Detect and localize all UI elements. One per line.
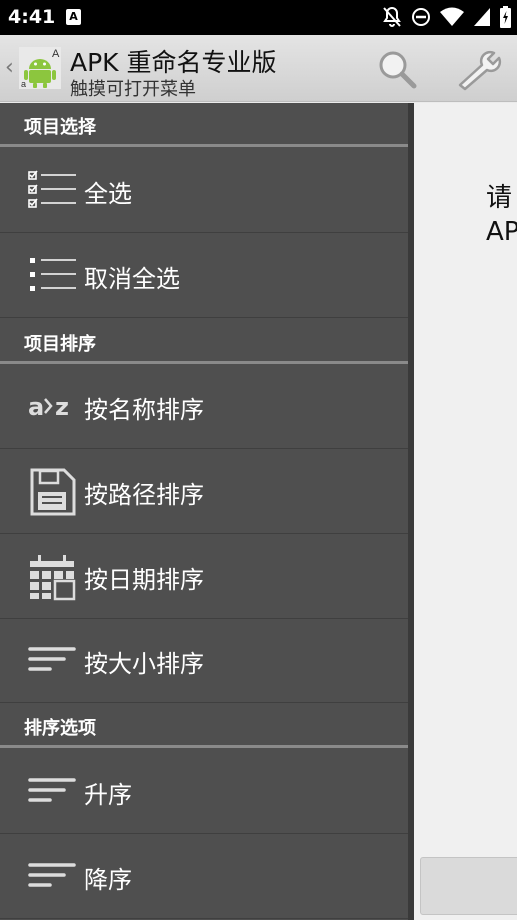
app-title: APK 重命名专业版 bbox=[70, 48, 277, 77]
save-icon bbox=[30, 468, 76, 516]
content-action-button[interactable] bbox=[420, 857, 517, 915]
deselect-all-icon bbox=[30, 258, 76, 291]
action-bar: ‹ A a APK 重命名专业版 触摸可打开菜单 bbox=[0, 35, 517, 102]
menu-item-label: 降序 bbox=[84, 866, 132, 894]
battery-charging-icon bbox=[500, 6, 511, 28]
sort-alpha-icon: a z bbox=[28, 393, 69, 421]
menu-item-sort-by-path[interactable]: 按路径排序 bbox=[0, 450, 408, 534]
cellular-signal-icon bbox=[474, 8, 490, 26]
app-subtitle: 触摸可打开菜单 bbox=[70, 79, 196, 100]
menu-item-label: 按名称排序 bbox=[84, 396, 204, 424]
app-icon[interactable]: A a bbox=[19, 47, 61, 89]
menu-item-descending[interactable]: 降序 bbox=[0, 835, 408, 919]
svg-text:a: a bbox=[21, 79, 26, 89]
select-all-icon bbox=[28, 170, 76, 208]
menu-item-label: 升序 bbox=[84, 781, 132, 809]
do-not-disturb-icon bbox=[412, 8, 430, 26]
status-time: 4:41 bbox=[8, 6, 56, 28]
status-bar: 4:41 A bbox=[0, 0, 517, 35]
menu-item-deselect-all[interactable]: 取消全选 bbox=[0, 234, 408, 318]
section-header-sorting: 项目排序 bbox=[0, 320, 408, 364]
section-header-selection: 项目选择 bbox=[0, 103, 408, 147]
menu-item-sort-by-date[interactable]: 按日期排序 bbox=[0, 535, 408, 619]
wrench-icon[interactable] bbox=[452, 47, 504, 91]
search-icon[interactable] bbox=[374, 47, 420, 91]
section-header-sort-options: 排序选项 bbox=[0, 704, 408, 748]
menu-item-label: 按路径排序 bbox=[84, 481, 204, 509]
sort-lines-icon bbox=[28, 863, 76, 887]
sort-lines-icon bbox=[28, 778, 76, 802]
section-header-label: 项目选择 bbox=[24, 117, 96, 138]
up-navigation-icon[interactable]: ‹ bbox=[5, 55, 14, 80]
menu-item-select-all[interactable]: 全选 bbox=[0, 149, 408, 233]
section-header-label: 排序选项 bbox=[24, 718, 96, 739]
notifications-off-icon bbox=[383, 6, 401, 27]
menu-item-ascending[interactable]: 升序 bbox=[0, 750, 408, 834]
menu-item-label: 取消全选 bbox=[84, 265, 180, 293]
menu-item-sort-by-name[interactable]: a z 按名称排序 bbox=[0, 365, 408, 449]
menu-item-label: 按日期排序 bbox=[84, 566, 204, 594]
svg-text:a: a bbox=[28, 393, 44, 421]
menu-item-sort-by-size[interactable]: 按大小排序 bbox=[0, 619, 408, 703]
svg-text:z: z bbox=[55, 393, 69, 421]
navigation-drawer: 项目选择 全选 取消全选 项目排序 a z 按名称排序 按路径排序 按日期排序 … bbox=[0, 103, 414, 920]
content-message: 请 AP bbox=[486, 183, 517, 247]
menu-item-label: 全选 bbox=[84, 180, 132, 208]
calendar-icon bbox=[30, 555, 76, 601]
menu-item-label: 按大小排序 bbox=[84, 650, 204, 678]
svg-text:A: A bbox=[52, 48, 60, 60]
main-content: 请 AP bbox=[414, 103, 517, 920]
status-icons bbox=[382, 6, 511, 28]
notification-badge: A bbox=[66, 9, 81, 25]
section-header-label: 项目排序 bbox=[24, 334, 96, 355]
wifi-icon bbox=[440, 7, 464, 26]
sort-lines-icon bbox=[28, 647, 76, 671]
